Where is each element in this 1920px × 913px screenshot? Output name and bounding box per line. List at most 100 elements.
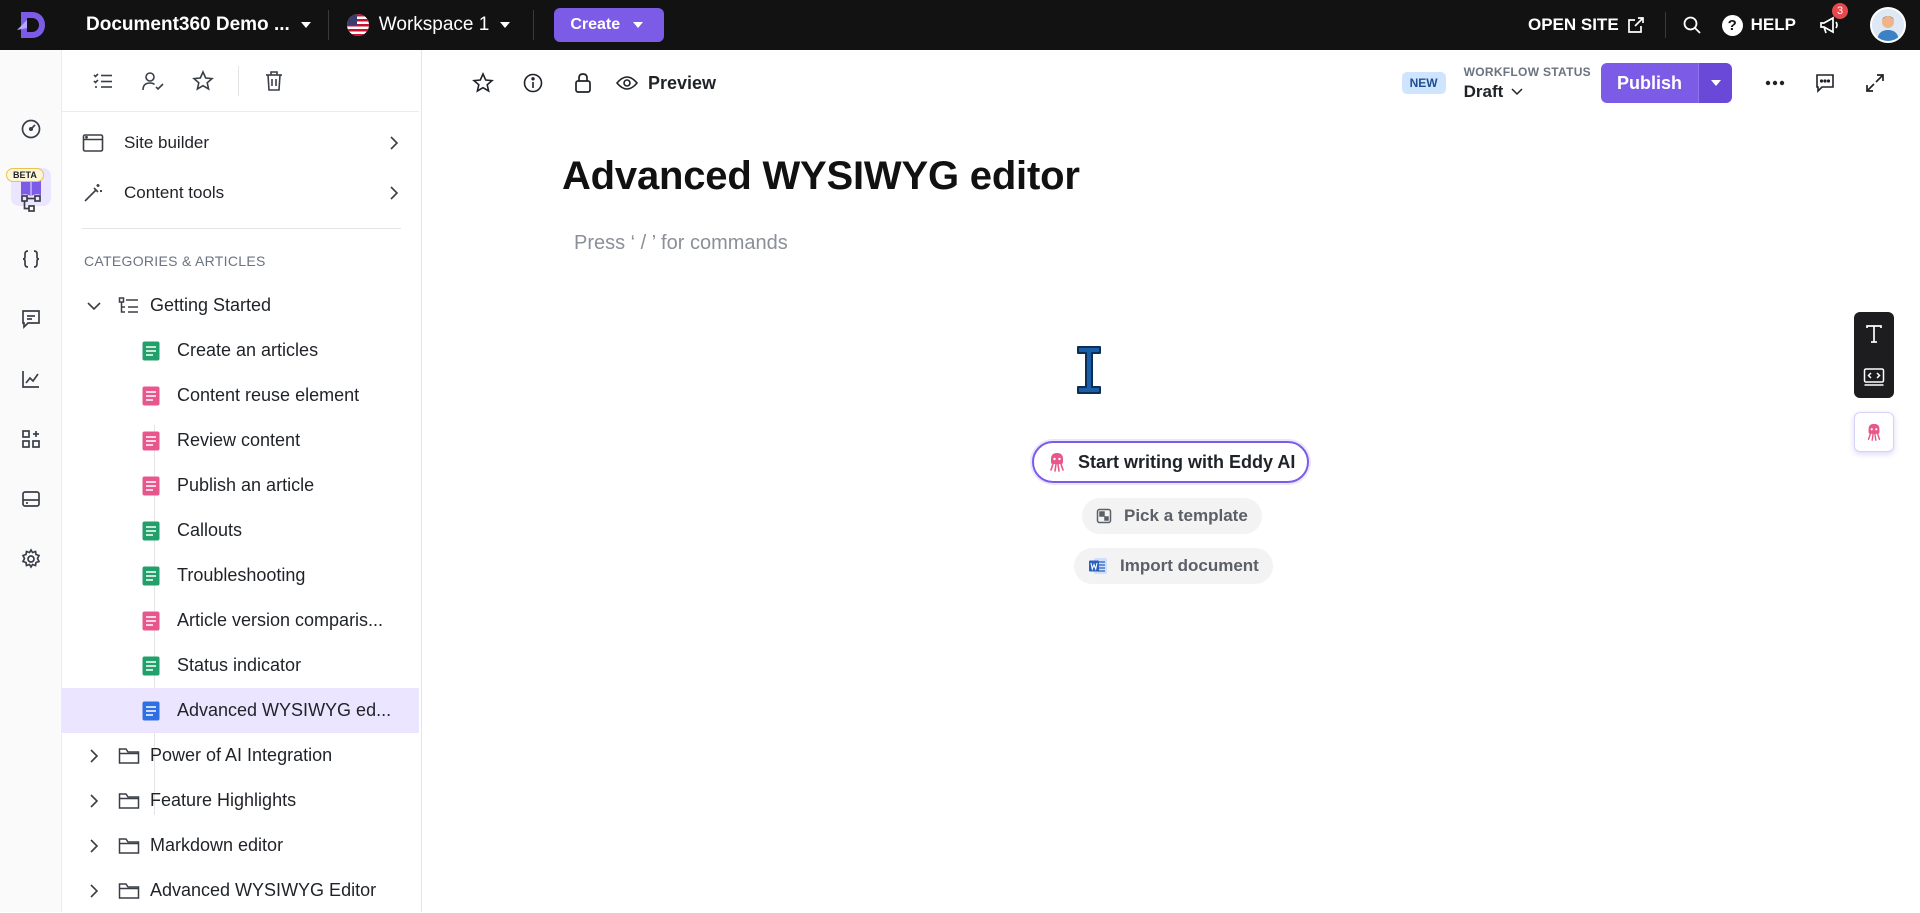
project-name: Document360 Demo ... <box>86 14 290 35</box>
settings-icon <box>21 548 41 569</box>
top-bar: Document360 Demo ... Workspace 1 Create … <box>0 0 1920 50</box>
magic-wand-icon <box>84 184 102 202</box>
user-avatar[interactable] <box>1870 7 1906 43</box>
more-options-button[interactable] <box>1750 63 1800 103</box>
rail-api-docs[interactable] <box>11 184 51 222</box>
import-document-button[interactable]: Import document <box>1074 548 1273 584</box>
beta-badge: BETA <box>6 168 44 182</box>
publish-dropdown-button[interactable] <box>1698 63 1732 103</box>
workspace-switcher[interactable]: Workspace 1 <box>329 14 534 36</box>
rail-dashboard[interactable] <box>11 110 51 148</box>
category-item[interactable]: Advanced WYSIWYG Editor <box>62 868 421 913</box>
category-item[interactable]: Power of AI Integration <box>62 733 421 778</box>
folder-icon <box>118 747 140 764</box>
document360-logo-icon[interactable] <box>0 0 62 50</box>
recycle-bin-button[interactable] <box>249 62 299 100</box>
module-rail: BETA <box>0 50 62 912</box>
article-label: Troubleshooting <box>177 565 306 585</box>
article-item[interactable]: Callouts <box>62 508 421 553</box>
rail-analytics[interactable] <box>11 360 51 398</box>
article-document-icon <box>142 341 160 360</box>
project-switcher[interactable]: Document360 Demo ... <box>62 0 328 50</box>
article-item[interactable]: Create an articles <box>62 328 421 373</box>
open-site-label: OPEN SITE <box>1527 15 1619 34</box>
notification-count-badge: 3 <box>1832 3 1848 19</box>
workflow-value-text: Draft <box>1463 81 1504 101</box>
search-button[interactable] <box>1666 15 1718 35</box>
content-tools-label: Content tools <box>124 183 225 202</box>
content-tools-menu[interactable]: Content tools <box>62 168 421 218</box>
article-label: Create an articles <box>177 340 319 360</box>
pick-template-button[interactable]: Pick a template <box>1082 498 1262 534</box>
workspace-name: Workspace 1 <box>378 14 490 35</box>
category-label: Getting Started <box>150 295 272 315</box>
eye-icon <box>616 76 638 90</box>
section-title: CATEGORIES & ARTICLES <box>84 253 266 269</box>
divider <box>238 65 239 96</box>
site-builder-label: Site builder <box>124 133 210 152</box>
all-articles-button[interactable] <box>78 62 128 100</box>
new-badge: NEW <box>1401 72 1446 94</box>
browser-window-icon <box>82 134 104 152</box>
category-item[interactable]: Feature Highlights <box>62 778 421 823</box>
more-horizontal-icon <box>1765 80 1785 86</box>
rail-feedback[interactable] <box>11 300 51 338</box>
fullscreen-button[interactable] <box>1850 63 1900 103</box>
starred-button[interactable] <box>178 62 228 100</box>
eddy-ai-side-button[interactable] <box>1854 412 1894 452</box>
article-item[interactable]: Status indicator <box>62 643 421 688</box>
template-icon <box>1096 508 1112 524</box>
article-item[interactable]: Review content <box>62 418 421 463</box>
info-icon <box>523 73 543 93</box>
category-label: Power of AI Integration <box>150 745 333 765</box>
rail-code[interactable] <box>11 240 51 278</box>
text-format-button[interactable] <box>1864 324 1884 344</box>
article-document-icon <box>142 386 160 405</box>
category-item[interactable]: Markdown editor <box>62 823 421 868</box>
lock-button[interactable] <box>558 63 608 103</box>
publish-button[interactable]: Publish <box>1600 63 1698 103</box>
eddy-ai-label: Start writing with Eddy AI <box>1078 451 1296 472</box>
user-check-icon <box>142 71 164 90</box>
star-button[interactable] <box>458 63 508 103</box>
embed-code-button[interactable] <box>1863 367 1885 387</box>
rail-settings[interactable] <box>11 540 51 578</box>
api-docs-icon <box>21 195 41 212</box>
rail-widget[interactable] <box>11 480 51 518</box>
article-item[interactable]: Publish an article <box>62 463 421 508</box>
us-flag-icon <box>346 14 369 36</box>
comment-icon <box>1816 74 1834 93</box>
article-item[interactable]: Troubleshooting <box>62 553 421 598</box>
help-button[interactable]: ? HELP <box>1718 14 1810 36</box>
star-icon <box>472 72 494 93</box>
my-articles-button[interactable] <box>128 62 178 100</box>
category-getting-started[interactable]: Getting Started <box>62 283 421 328</box>
article-document-icon <box>142 566 160 585</box>
announcements-button[interactable]: 3 <box>1810 3 1850 35</box>
info-button[interactable] <box>508 63 558 103</box>
article-item[interactable]: Content reuse element <box>62 373 421 418</box>
article-item[interactable]: Article version comparis... <box>62 598 421 643</box>
create-button[interactable]: Create <box>554 8 665 42</box>
article-item[interactable]: Advanced WYSIWYG ed... <box>62 688 419 733</box>
preview-button[interactable]: Preview <box>616 73 716 94</box>
rail-apps[interactable] <box>11 420 51 458</box>
comments-button[interactable] <box>1800 63 1850 103</box>
feedback-icon <box>22 310 40 330</box>
sidebar-toolbar <box>62 50 419 112</box>
category-label: Advanced WYSIWYG Editor <box>150 880 377 900</box>
open-site-link[interactable]: OPEN SITE <box>1528 15 1665 35</box>
editor-placeholder[interactable]: Press ‘ / ’ for commands <box>574 232 788 255</box>
article-document-icon <box>142 431 160 450</box>
article-title[interactable]: Advanced WYSIWYG editor <box>562 154 1080 199</box>
chevron-down-icon <box>87 301 101 310</box>
article-label: Advanced WYSIWYG ed... <box>177 700 392 720</box>
site-builder-menu[interactable]: Site builder <box>62 118 421 168</box>
floating-tool-panel <box>1854 312 1894 398</box>
workflow-status-dropdown[interactable]: WORKFLOW STATUS Draft <box>1464 65 1591 102</box>
caret-down-icon <box>300 22 311 28</box>
help-icon: ? <box>1721 14 1743 36</box>
article-document-icon <box>142 701 160 720</box>
search-icon <box>1683 16 1701 34</box>
eddy-ai-button[interactable]: Start writing with Eddy AI <box>1032 441 1310 483</box>
